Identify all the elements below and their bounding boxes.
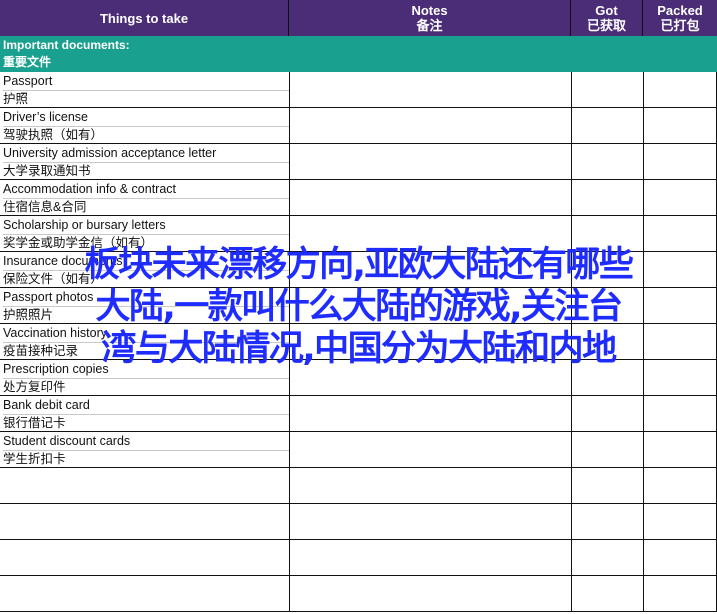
packing-checklist-sheet: Things to take Notes 备注 Got 已获取 Packed 已… — [0, 0, 717, 614]
item-label-en: Bank debit card — [3, 396, 289, 415]
item-label-en: Scholarship or bursary letters — [3, 216, 289, 235]
table-row: Driver’s license 驾驶执照（如有） — [0, 108, 717, 144]
item-label-cell: Student discount cards 学生折扣卡 — [0, 432, 289, 468]
packed-cell[interactable] — [643, 540, 717, 576]
row-divider — [0, 611, 717, 612]
got-cell[interactable] — [571, 432, 643, 468]
got-cell[interactable] — [571, 72, 643, 108]
got-cell[interactable] — [571, 108, 643, 144]
header-got-zh: 已获取 — [586, 18, 626, 33]
header-packed: Packed 已打包 — [643, 0, 717, 36]
watermark-overlay-text: 板块未来漂移方向,亚欧大陆还有哪些 大陆,一款叫什么大陆的游戏,关注台 湾与大陆… — [0, 244, 717, 370]
header-got-en: Got — [595, 3, 618, 18]
item-label-cell: Driver’s license 驾驶执照（如有） — [0, 108, 289, 144]
item-label-cell[interactable] — [0, 504, 289, 540]
got-cell[interactable] — [571, 504, 643, 540]
item-label-en: Accommodation info & contract — [3, 180, 289, 199]
empty-table-row — [0, 504, 717, 540]
watermark-line-1: 板块未来漂移方向,亚欧大陆还有哪些 — [84, 245, 634, 285]
notes-cell[interactable] — [289, 72, 571, 108]
packed-cell[interactable] — [643, 72, 717, 108]
packed-cell[interactable] — [643, 396, 717, 432]
packed-cell[interactable] — [643, 432, 717, 468]
packed-cell[interactable] — [643, 504, 717, 540]
empty-table-row — [0, 576, 717, 612]
header-packed-zh: 已打包 — [660, 18, 700, 33]
item-label-cell[interactable] — [0, 468, 289, 504]
item-label-cell[interactable] — [0, 540, 289, 576]
packed-cell[interactable] — [643, 576, 717, 612]
got-cell[interactable] — [571, 180, 643, 216]
item-label-cell: Passport 护照 — [0, 72, 289, 108]
notes-cell[interactable] — [289, 576, 571, 612]
watermark-line-2: 大陆,一款叫什么大陆的游戏,关注台 — [95, 287, 623, 327]
notes-cell[interactable] — [289, 504, 571, 540]
item-label-zh: 大学录取通知书 — [3, 164, 91, 178]
item-label-cell: Accommodation info & contract 住宿信息&合同 — [0, 180, 289, 216]
notes-cell[interactable] — [289, 540, 571, 576]
empty-table-row — [0, 468, 717, 504]
item-label-zh: 住宿信息&合同 — [3, 200, 87, 214]
item-label-cell: Bank debit card 银行借记卡 — [0, 396, 289, 432]
packed-cell[interactable] — [643, 180, 717, 216]
header-things-label: Things to take — [99, 10, 189, 26]
header-got: Got 已获取 — [571, 0, 643, 36]
header-notes-en: Notes — [411, 3, 448, 18]
item-label-en: Driver’s license — [3, 108, 289, 127]
table-row: Student discount cards 学生折扣卡 — [0, 432, 717, 468]
item-label-cell[interactable] — [0, 576, 289, 612]
notes-cell[interactable] — [289, 144, 571, 180]
got-cell[interactable] — [571, 396, 643, 432]
item-label-zh: 驾驶执照（如有） — [3, 128, 104, 142]
section-important-documents: Important documents: 重要文件 — [0, 36, 717, 72]
got-cell[interactable] — [571, 468, 643, 504]
table-row: University admission acceptance letter 大… — [0, 144, 717, 180]
header-notes-zh: 备注 — [416, 18, 443, 33]
got-cell[interactable] — [571, 576, 643, 612]
got-cell[interactable] — [571, 540, 643, 576]
table-row: Accommodation info & contract 住宿信息&合同 — [0, 180, 717, 216]
table-row: Passport 护照 — [0, 72, 717, 108]
notes-cell[interactable] — [289, 432, 571, 468]
section-title-zh: 重要文件 — [3, 55, 52, 69]
header-notes: Notes 备注 — [289, 0, 571, 36]
packed-cell[interactable] — [643, 108, 717, 144]
got-cell[interactable] — [571, 144, 643, 180]
item-label-zh: 银行借记卡 — [3, 416, 66, 430]
item-label-cell: University admission acceptance letter 大… — [0, 144, 289, 180]
table-row: Bank debit card 银行借记卡 — [0, 396, 717, 432]
watermark-line-3: 湾与大陆情况,中国分为大陆和内地 — [101, 329, 617, 369]
item-label-en: Passport — [3, 72, 289, 91]
notes-cell[interactable] — [289, 396, 571, 432]
notes-cell[interactable] — [289, 108, 571, 144]
item-label-en: Student discount cards — [3, 432, 289, 451]
packed-cell[interactable] — [643, 468, 717, 504]
empty-table-row — [0, 540, 717, 576]
item-label-zh: 学生折扣卡 — [3, 452, 66, 466]
header-packed-en: Packed — [657, 3, 703, 18]
header-things-to-take: Things to take — [0, 0, 289, 36]
notes-cell[interactable] — [289, 180, 571, 216]
section-title-en: Important documents: — [3, 38, 130, 52]
item-label-zh: 处方复印件 — [3, 380, 66, 394]
notes-cell[interactable] — [289, 468, 571, 504]
packed-cell[interactable] — [643, 144, 717, 180]
item-label-zh: 护照 — [3, 92, 29, 106]
item-label-en: University admission acceptance letter — [3, 144, 289, 163]
